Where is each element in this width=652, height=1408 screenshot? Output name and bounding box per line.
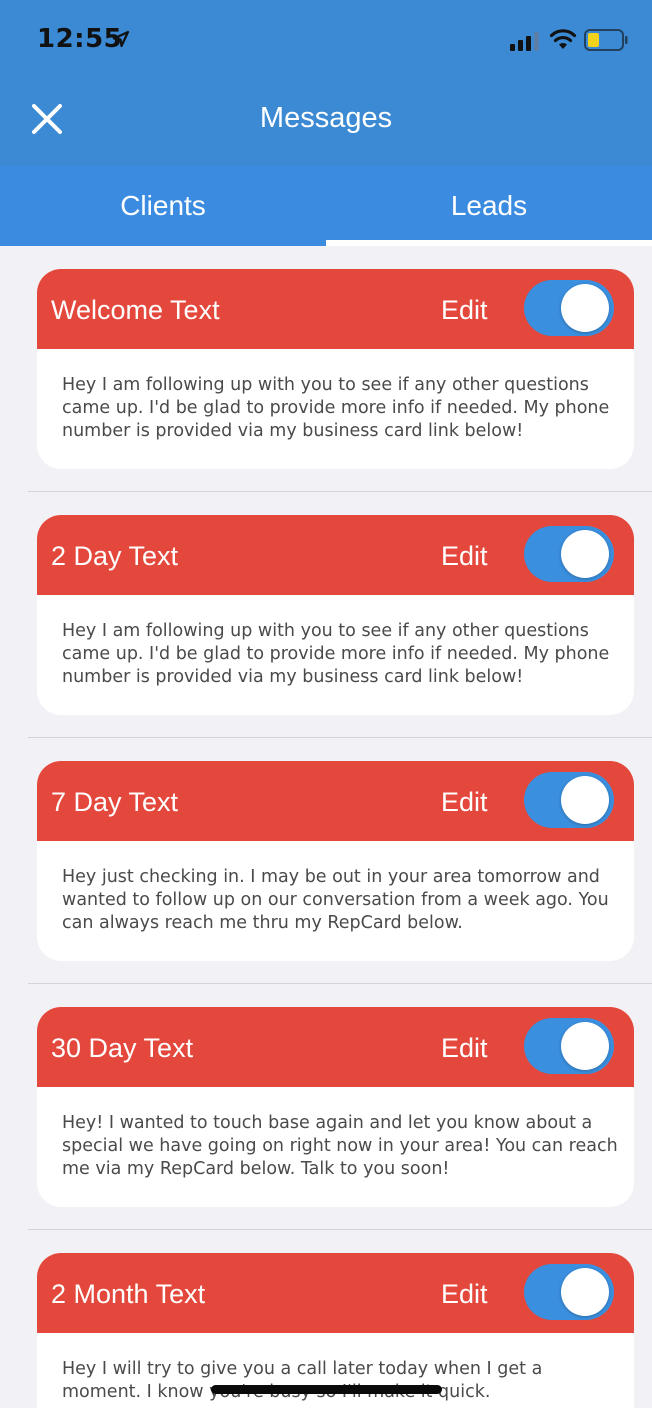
message-card: 7 Day Text Edit Hey just checking in. I … <box>37 761 634 961</box>
edit-button[interactable]: Edit <box>441 761 488 841</box>
battery-icon <box>584 29 628 51</box>
enable-toggle[interactable] <box>524 1018 614 1074</box>
enable-toggle[interactable] <box>524 772 614 828</box>
card-header: 2 Day Text Edit <box>37 515 634 595</box>
location-arrow-icon <box>112 30 130 48</box>
enable-toggle[interactable] <box>524 526 614 582</box>
list-item-welcome-text: Welcome Text Edit Hey I am following up … <box>0 246 652 492</box>
status-bar: 12:55 <box>0 0 652 80</box>
message-body: Hey I am following up with you to see if… <box>62 375 610 441</box>
list-item-7-day-text: 7 Day Text Edit Hey just checking in. I … <box>0 738 652 984</box>
edit-button[interactable]: Edit <box>441 269 488 349</box>
edit-button[interactable]: Edit <box>441 1253 488 1333</box>
enable-toggle[interactable] <box>524 1264 614 1320</box>
tab-clients[interactable]: Clients <box>0 166 326 246</box>
tab-bar: Clients Leads <box>0 166 652 246</box>
message-body: Hey! I wanted to touch base again and le… <box>62 1113 618 1179</box>
list-item-2-month-text: 2 Month Text Edit Hey I will try to give… <box>0 1230 652 1408</box>
card-header: 7 Day Text Edit <box>37 761 634 841</box>
edit-button[interactable]: Edit <box>441 515 488 595</box>
status-time: 12:55 <box>37 24 123 54</box>
message-card: Welcome Text Edit Hey I am following up … <box>37 269 634 469</box>
card-header: 30 Day Text Edit <box>37 1007 634 1087</box>
message-body: Hey I will try to give you a call later … <box>62 1359 543 1402</box>
cellular-signal-icon <box>510 31 542 51</box>
enable-toggle[interactable] <box>524 280 614 336</box>
page-title: Messages <box>259 102 393 134</box>
list-item-30-day-text: 30 Day Text Edit Hey! I wanted to touch … <box>0 984 652 1230</box>
message-body: Hey I am following up with you to see if… <box>62 621 610 687</box>
message-title: Welcome Text <box>51 295 220 325</box>
message-card: 30 Day Text Edit Hey! I wanted to touch … <box>37 1007 634 1207</box>
message-title: 7 Day Text <box>51 787 179 817</box>
home-indicator[interactable] <box>211 1385 442 1394</box>
message-title: 2 Day Text <box>51 541 179 571</box>
toggle-knob <box>561 776 609 824</box>
header: 12:55 Messages Clients Leads <box>0 0 652 246</box>
tab-leads[interactable]: Leads <box>326 166 652 246</box>
message-card: 2 Day Text Edit Hey I am following up wi… <box>37 515 634 715</box>
message-list[interactable]: Welcome Text Edit Hey I am following up … <box>0 246 652 1408</box>
toggle-knob <box>561 1022 609 1070</box>
message-title: 30 Day Text <box>51 1033 194 1063</box>
app-screen: 12:55 Messages Clients Leads Welcome Tex… <box>0 0 652 1408</box>
edit-button[interactable]: Edit <box>441 1007 488 1087</box>
list-item-2-day-text: 2 Day Text Edit Hey I am following up wi… <box>0 492 652 738</box>
message-title: 2 Month Text <box>51 1279 206 1309</box>
toggle-knob <box>561 284 609 332</box>
card-header: Welcome Text Edit <box>37 269 634 349</box>
toggle-knob <box>561 530 609 578</box>
toggle-knob <box>561 1268 609 1316</box>
card-header: 2 Month Text Edit <box>37 1253 634 1333</box>
wifi-icon <box>549 28 577 50</box>
nav-bar: Messages <box>0 80 652 166</box>
message-body: Hey just checking in. I may be out in yo… <box>62 867 609 933</box>
